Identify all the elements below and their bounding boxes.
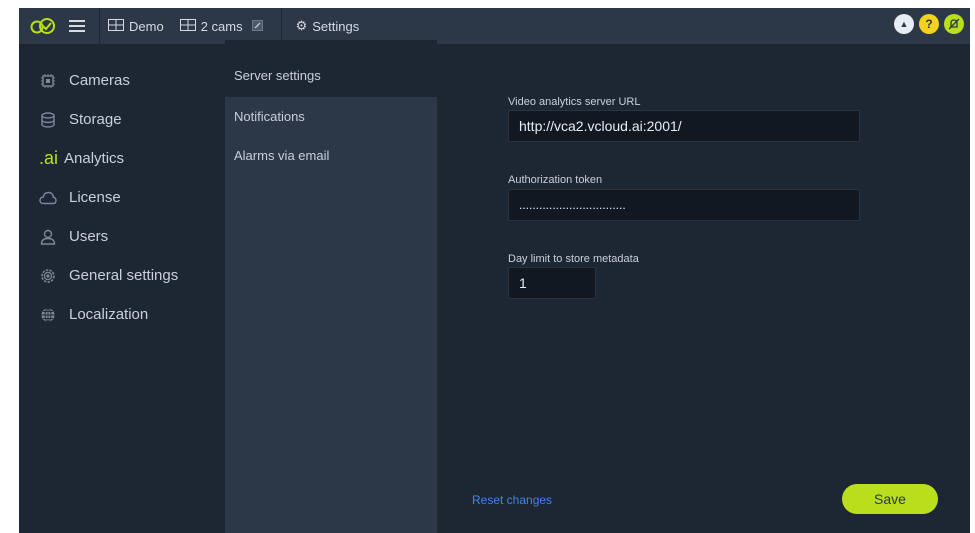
sidebar-item-cameras[interactable]: Cameras bbox=[19, 61, 225, 100]
database-icon bbox=[39, 111, 57, 129]
workspace-button[interactable]: Demo bbox=[100, 8, 172, 44]
tab-notifications[interactable]: Notifications bbox=[225, 97, 437, 136]
collapse-up-icon[interactable]: ▲ bbox=[894, 14, 914, 34]
reset-changes-link[interactable]: Reset changes bbox=[472, 493, 552, 507]
sidebar-item-label: Analytics bbox=[64, 150, 125, 167]
sidebar-item-label: Localization bbox=[69, 306, 149, 323]
workspace-label: Demo bbox=[129, 18, 164, 34]
settings-button[interactable]: ⚙ Settings bbox=[282, 8, 368, 44]
sidebar: Cameras Storage .ai Analytics License Us… bbox=[19, 44, 225, 533]
sidebar-item-analytics[interactable]: .ai Analytics bbox=[19, 139, 225, 178]
edit-icon[interactable] bbox=[251, 19, 263, 34]
tab-alarms-via-email[interactable]: Alarms via email bbox=[225, 136, 437, 175]
app-window: Demo 2 cams ⚙ Settings ▲ ? Cameras Stora… bbox=[19, 8, 970, 533]
help-icon[interactable]: ? bbox=[919, 14, 939, 34]
hamburger-menu-icon[interactable] bbox=[65, 8, 89, 44]
notifications-off-icon[interactable] bbox=[944, 14, 964, 34]
top-right-controls: ▲ ? bbox=[894, 14, 964, 34]
day-limit-label: Day limit to store metadata bbox=[508, 253, 639, 265]
sidebar-item-license[interactable]: License bbox=[19, 178, 225, 217]
user-icon bbox=[39, 228, 57, 246]
sidebar-item-general-settings[interactable]: General settings bbox=[19, 256, 225, 295]
layout-label: 2 cams bbox=[200, 18, 243, 34]
logo-icon[interactable] bbox=[21, 8, 65, 44]
settings-label: Settings bbox=[312, 18, 360, 34]
server-url-input[interactable]: http://vca2.vcloud.ai:2001/ bbox=[508, 110, 860, 142]
camera-chip-icon bbox=[39, 72, 57, 90]
top-bar: Demo 2 cams ⚙ Settings ▲ ? bbox=[19, 8, 970, 44]
settings-submenu: Server settings Notifications Alarms via… bbox=[225, 40, 437, 533]
gear-icon bbox=[39, 267, 57, 285]
sidebar-item-label: Users bbox=[69, 228, 109, 245]
sidebar-item-label: General settings bbox=[69, 267, 179, 284]
globe-icon bbox=[39, 306, 57, 324]
ai-icon: .ai bbox=[39, 148, 59, 168]
save-button[interactable]: Save bbox=[842, 484, 938, 514]
tab-label: Server settings bbox=[234, 68, 321, 83]
day-limit-input[interactable]: 1 bbox=[508, 267, 596, 299]
token-label: Authorization token bbox=[508, 174, 603, 186]
grid-icon bbox=[108, 18, 124, 34]
layout-button[interactable]: 2 cams bbox=[172, 8, 271, 44]
grid-icon bbox=[179, 18, 196, 34]
server-settings-panel: Video analytics server URL http://vca2.v… bbox=[437, 44, 970, 533]
sidebar-item-users[interactable]: Users bbox=[19, 217, 225, 256]
auth-token-input[interactable]: ................................ bbox=[508, 189, 860, 221]
tab-server-settings[interactable]: Server settings bbox=[225, 40, 437, 97]
gear-icon: ⚙ bbox=[295, 18, 308, 33]
sidebar-item-storage[interactable]: Storage bbox=[19, 100, 225, 139]
cloud-icon bbox=[39, 189, 57, 207]
sidebar-item-label: License bbox=[69, 189, 121, 206]
url-label: Video analytics server URL bbox=[508, 96, 641, 108]
sidebar-item-localization[interactable]: Localization bbox=[19, 295, 225, 334]
tab-label: Alarms via email bbox=[234, 148, 330, 163]
sidebar-item-label: Cameras bbox=[69, 72, 130, 89]
tab-label: Notifications bbox=[234, 109, 305, 124]
sidebar-item-label: Storage bbox=[69, 111, 122, 128]
